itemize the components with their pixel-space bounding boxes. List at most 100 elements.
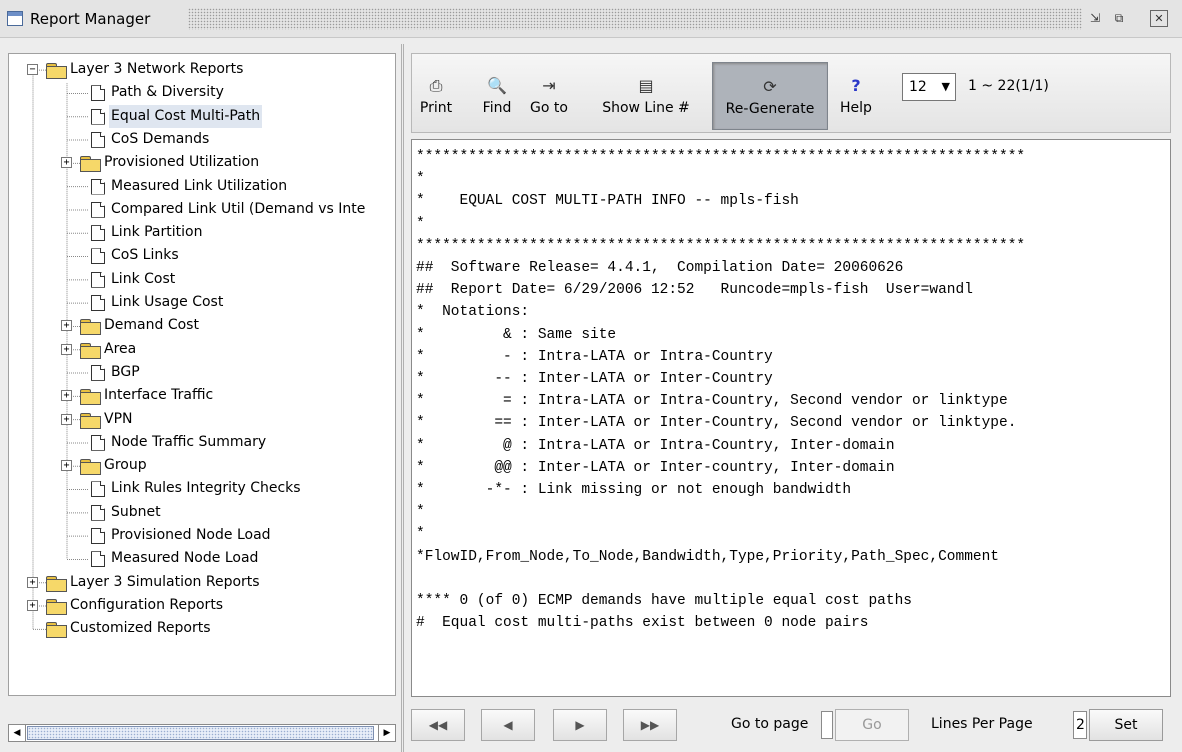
document-fold <box>100 434 105 440</box>
goto-button[interactable]: ⇥ Go to <box>524 62 574 130</box>
report-line: * = : Intra-LATA or Intra-Country, Secon… <box>416 393 1008 410</box>
tree-report-item[interactable]: Provisioned Node Load <box>9 524 395 547</box>
report-tree: − Layer 3 Network Reports Path & Diversity… <box>8 53 396 696</box>
tree-report-item[interactable]: Compared Link Util (Demand vs Inte <box>9 198 395 221</box>
goto-page-input[interactable] <box>821 711 833 739</box>
tree-item-label: CoS Demands <box>111 130 210 147</box>
page-size-value: 12 <box>909 79 927 95</box>
tree-item-label: Provisioned Utilization <box>104 154 260 171</box>
tree-report-item[interactable]: Node Traffic Summary <box>9 431 395 454</box>
scroll-left-icon[interactable]: ◀ <box>9 725 26 741</box>
goto-page-label: Go to page <box>731 716 809 732</box>
lines-per-page-input[interactable]: 2 <box>1073 711 1087 739</box>
tree-report-item[interactable]: Measured Link Utilization <box>9 175 395 198</box>
tree-folder-item[interactable]: + Configuration Reports <box>9 594 395 617</box>
tree-item-label: Path & Diversity <box>111 84 224 101</box>
show-line-button[interactable]: ▤ Show Line # <box>586 62 706 130</box>
tree-folder-item[interactable]: + Interface Traffic <box>9 384 395 407</box>
folder-icon <box>46 622 67 639</box>
expand-icon[interactable]: + <box>27 576 38 588</box>
first-page-button[interactable]: ◀◀ <box>411 709 465 741</box>
tree-folder-item[interactable]: Customized Reports <box>9 617 395 640</box>
folder-icon <box>80 156 101 173</box>
tree-item-label: Configuration Reports <box>70 596 224 613</box>
print-label: Print <box>419 100 453 116</box>
maximize-icon[interactable]: ⧉ <box>1110 10 1128 27</box>
help-label: Help <box>840 100 872 116</box>
folder-icon <box>80 319 101 336</box>
folder-icon <box>46 598 67 615</box>
window-titlebar: Report Manager ⇲ ⧉ ✕ <box>0 0 1182 38</box>
expand-icon[interactable]: + <box>61 460 72 472</box>
help-button[interactable]: ? Help <box>836 62 876 130</box>
last-page-button[interactable]: ▶▶ <box>623 709 677 741</box>
chevron-down-icon: ▼ <box>941 80 950 93</box>
tree-item-label: Demand Cost <box>104 317 199 334</box>
tree-report-item[interactable]: CoS Links <box>9 244 395 267</box>
tree-item-label: Subnet <box>111 503 161 520</box>
scroll-right-icon[interactable]: ▶ <box>378 725 395 741</box>
report-line: * @ : Intra-LATA or Intra-Country, Inter… <box>416 437 895 454</box>
print-button[interactable]: ⎙ Print <box>416 62 456 130</box>
tree-report-item[interactable]: Path & Diversity <box>9 81 395 104</box>
expand-icon[interactable]: + <box>61 413 72 425</box>
tree-item-label: Link Rules Integrity Checks <box>111 480 301 497</box>
tree-folder-item[interactable]: + Demand Cost <box>9 314 395 337</box>
tree-item-label: Layer 3 Simulation Reports <box>70 573 260 590</box>
tree-folder-item[interactable]: − Layer 3 Network Reports <box>9 58 395 81</box>
set-button[interactable]: Set <box>1089 709 1163 741</box>
tree-report-item[interactable]: Link Usage Cost <box>9 291 395 314</box>
expand-icon[interactable]: + <box>27 599 38 611</box>
tree-report-item[interactable]: Equal Cost Multi-Path <box>9 104 395 128</box>
report-text-area[interactable]: ****************************************… <box>411 139 1171 697</box>
document-fold <box>100 364 105 370</box>
goto-label: Go to <box>530 100 568 116</box>
next-page-button[interactable]: ▶ <box>553 709 607 741</box>
tree-report-item[interactable]: Subnet <box>9 501 395 524</box>
regenerate-button[interactable]: ⟳ Re-Generate <box>712 62 828 130</box>
titlebar-grip <box>188 8 1082 30</box>
regenerate-label: Re-Generate <box>725 101 815 117</box>
tree-report-item[interactable]: BGP <box>9 361 395 384</box>
show-line-label: Show Line # <box>602 100 690 116</box>
tree-item-label: Measured Node Load <box>111 550 259 567</box>
expand-icon[interactable]: + <box>61 157 72 169</box>
document-fold <box>100 248 105 254</box>
page-size-select[interactable]: 12 ▼ <box>902 73 956 101</box>
tree-report-item[interactable]: Link Cost <box>9 268 395 291</box>
goto-icon: ⇥ <box>542 76 556 95</box>
tree-report-item[interactable]: Link Rules Integrity Checks <box>9 477 395 500</box>
tree-folder-item[interactable]: + Area <box>9 338 395 361</box>
report-line: ****************************************… <box>416 149 1026 165</box>
tree-folder-item[interactable]: + Group <box>9 454 395 477</box>
find-button[interactable]: 🔍 Find <box>478 62 516 130</box>
scroll-thumb[interactable] <box>27 726 374 740</box>
folder-icon <box>80 342 101 359</box>
close-icon[interactable]: ✕ <box>1150 10 1168 27</box>
collapse-icon[interactable]: − <box>27 64 38 75</box>
report-view: ⎙ Print 🔍 Find ⇥ Go to ▤ Show Line # ⟳ R… <box>411 53 1171 743</box>
tree-report-item[interactable]: Measured Node Load <box>9 547 395 570</box>
expand-icon[interactable]: + <box>61 390 72 402</box>
find-icon: 🔍 <box>487 76 507 95</box>
tree-folder-item[interactable]: + Layer 3 Simulation Reports <box>9 571 395 594</box>
prev-page-button[interactable]: ◀ <box>481 709 535 741</box>
tree-item-label: Group <box>104 457 147 474</box>
expand-icon[interactable]: + <box>61 343 72 355</box>
tree-folder-item[interactable]: + VPN <box>9 408 395 431</box>
report-line: * - : Intra-LATA or Intra-Country <box>416 348 773 365</box>
expand-icon[interactable]: + <box>61 320 72 332</box>
tree-report-item[interactable]: CoS Demands <box>9 128 395 151</box>
tree-item-label: Equal Cost Multi-Path <box>109 104 263 128</box>
lines-per-page-label: Lines Per Page <box>931 716 1033 732</box>
tree-report-item[interactable]: Link Partition <box>9 221 395 244</box>
tree-horizontal-scrollbar[interactable]: ◀ ▶ <box>8 724 396 742</box>
go-button[interactable]: Go <box>835 709 909 741</box>
report-line: # Equal cost multi-paths exist between 0… <box>416 615 869 632</box>
split-pane-divider[interactable] <box>401 44 404 752</box>
tree-folder-item[interactable]: + Provisioned Utilization <box>9 151 395 174</box>
tree-item-label: Customized Reports <box>70 620 211 637</box>
restore-icon[interactable]: ⇲ <box>1086 10 1104 27</box>
tree-item-label: Area <box>104 340 137 357</box>
report-line: * == : Inter-LATA or Inter-Country, Seco… <box>416 415 1017 432</box>
